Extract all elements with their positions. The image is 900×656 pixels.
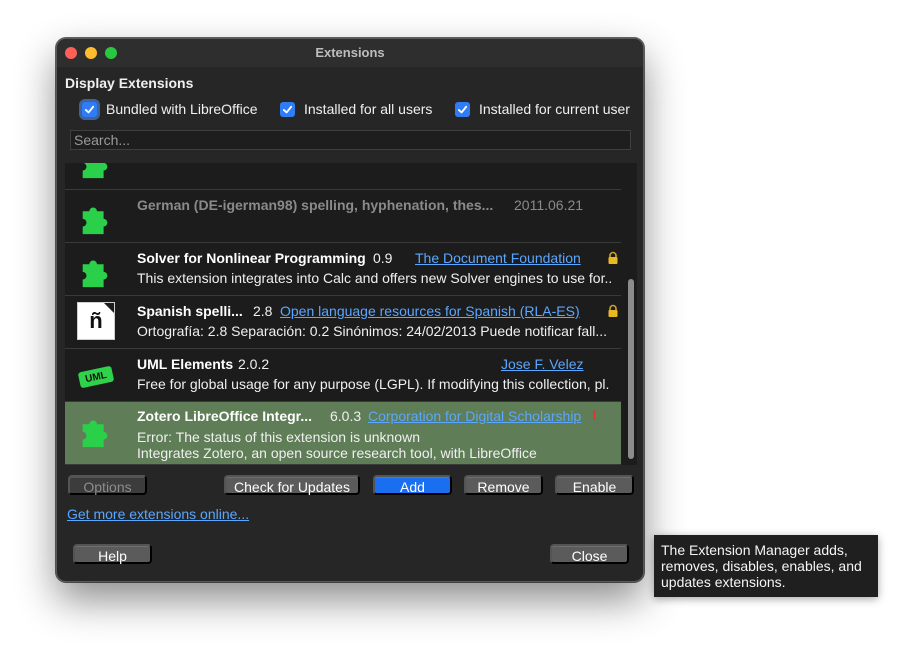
warning-icon: ! bbox=[592, 407, 597, 423]
extension-description: Ortografía: 2.8 Separación: 0.2 Sinónimo… bbox=[137, 323, 608, 339]
current-user-checkbox[interactable]: Installed for current user bbox=[455, 100, 630, 118]
checkmark-icon bbox=[280, 101, 295, 117]
spanish-n-icon: ñ bbox=[77, 302, 115, 340]
checkmark-icon bbox=[455, 101, 470, 117]
extensions-dialog: Extensions Display Extensions Bundled wi… bbox=[56, 38, 644, 582]
list-item[interactable]: Solver for Nonlinear Programming 0.9 The… bbox=[65, 243, 621, 296]
publisher-link[interactable]: Open language resources for Spanish (RLA… bbox=[280, 303, 580, 319]
puzzle-icon bbox=[82, 420, 108, 448]
tooltip: The Extension Manager adds, removes, dis… bbox=[654, 535, 878, 597]
publisher-link[interactable]: Corporation for Digital Scholarship bbox=[368, 408, 581, 424]
extension-version: 6.0.3 bbox=[330, 408, 362, 424]
all-users-checkbox[interactable]: Installed for all users bbox=[280, 100, 432, 118]
bundled-checkbox[interactable]: Bundled with LibreOffice bbox=[82, 100, 258, 118]
publisher-link[interactable]: Jose F. Velez bbox=[501, 356, 584, 372]
list-item-selected[interactable]: Zotero LibreOffice Integr... 6.0.3 Corpo… bbox=[65, 402, 621, 465]
checkmark-icon bbox=[82, 101, 97, 117]
lock-icon bbox=[608, 251, 618, 264]
get-more-extensions-link[interactable]: Get more extensions online... bbox=[67, 506, 249, 522]
extension-description: Integrates Zotero, an open source resear… bbox=[137, 445, 537, 461]
list-scrollbar[interactable] bbox=[625, 163, 637, 465]
close-button[interactable]: Close bbox=[550, 544, 629, 564]
extension-name: UML Elements bbox=[137, 356, 234, 372]
remove-button[interactable]: Remove bbox=[464, 475, 543, 495]
list-item[interactable] bbox=[65, 163, 621, 190]
list-item[interactable]: German (DE-igerman98) spelling, hyphenat… bbox=[65, 190, 621, 243]
title-bar[interactable]: Extensions bbox=[57, 39, 643, 67]
extension-description: Free for global usage for any purpose (L… bbox=[137, 376, 610, 392]
puzzle-icon bbox=[82, 163, 108, 179]
bundled-checkbox-label: Bundled with LibreOffice bbox=[106, 101, 258, 117]
extension-error: Error: The status of this extension is u… bbox=[137, 429, 420, 445]
enable-button[interactable]: Enable bbox=[555, 475, 634, 495]
check-for-updates-button[interactable]: Check for Updates bbox=[224, 475, 360, 495]
current-user-checkbox-label: Installed for current user bbox=[479, 101, 630, 117]
window-title: Extensions bbox=[315, 45, 385, 60]
extension-name: German (DE-igerman98) spelling, hyphenat… bbox=[137, 197, 494, 213]
uml-icon: UML bbox=[77, 357, 115, 395]
options-button[interactable]: Options bbox=[68, 475, 147, 495]
extension-version: 0.9 bbox=[373, 250, 393, 266]
all-users-checkbox-label: Installed for all users bbox=[304, 101, 433, 117]
list-item[interactable]: ñ Spanish spelli... 2.8 Open language re… bbox=[65, 296, 621, 349]
extensions-list[interactable]: German (DE-igerman98) spelling, hyphenat… bbox=[65, 163, 637, 465]
list-item[interactable]: UML UML Elements 2.0.2 Jose F. Velez Fre… bbox=[65, 349, 621, 402]
extension-name: Spanish spelli... bbox=[137, 303, 243, 319]
add-button[interactable]: Add bbox=[373, 475, 452, 495]
puzzle-icon bbox=[82, 207, 108, 235]
extension-version: 2.8 bbox=[253, 303, 273, 319]
extension-version: 2.0.2 bbox=[238, 356, 270, 372]
search-input[interactable] bbox=[70, 130, 631, 150]
lock-icon bbox=[608, 304, 618, 317]
scrollbar-thumb[interactable] bbox=[628, 279, 634, 459]
extension-name: Solver for Nonlinear Programming bbox=[137, 250, 366, 266]
puzzle-icon bbox=[82, 260, 108, 288]
extension-name: Zotero LibreOffice Integr... bbox=[137, 408, 313, 424]
display-extensions-label: Display Extensions bbox=[65, 75, 194, 91]
extension-description: This extension integrates into Calc and … bbox=[137, 270, 613, 286]
extension-version: 2011.06.21 bbox=[514, 197, 584, 213]
help-button[interactable]: Help bbox=[73, 544, 152, 564]
publisher-link[interactable]: The Document Foundation bbox=[415, 250, 581, 266]
